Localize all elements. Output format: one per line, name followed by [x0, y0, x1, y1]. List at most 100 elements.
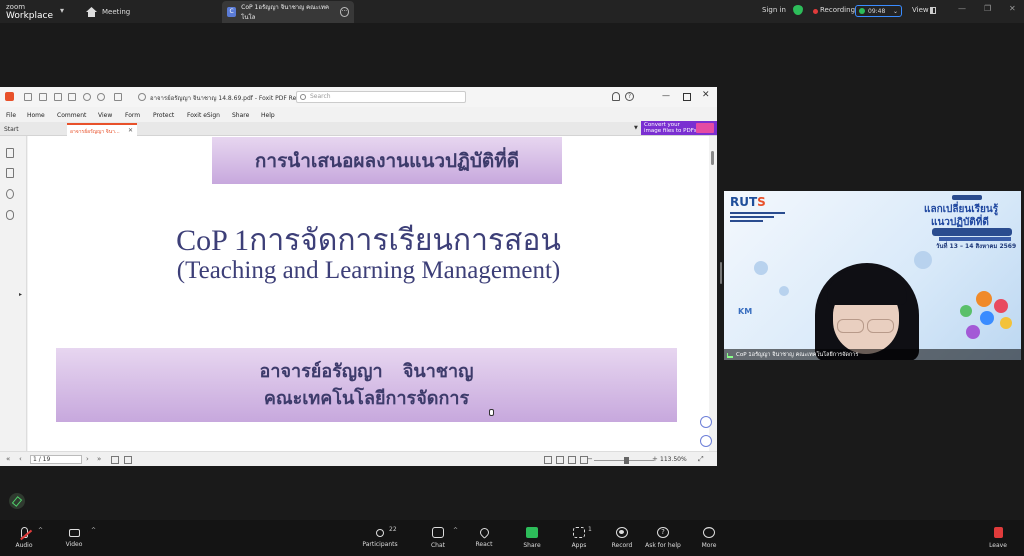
security-shield-icon[interactable]: [793, 5, 803, 15]
tab-document[interactable]: อาจารย์อรัญญา จินา... ✕: [67, 123, 137, 136]
menu-view[interactable]: View: [98, 112, 112, 119]
chat-options-chevron-icon[interactable]: ^: [453, 527, 458, 534]
meeting-timer[interactable]: 09:48 ⌄: [855, 5, 902, 17]
vertical-scrollbar[interactable]: [709, 136, 717, 451]
redo-icon[interactable]: [97, 93, 105, 101]
comments-icon[interactable]: [6, 189, 14, 199]
foxit-left-sidebar: ▸: [0, 136, 27, 451]
foxit-close-icon[interactable]: ✕: [702, 90, 710, 100]
zoom-in-icon[interactable]: +: [652, 455, 658, 463]
menu-home[interactable]: Home: [27, 112, 45, 119]
view-button[interactable]: View: [912, 6, 929, 14]
copy-page-icon[interactable]: [111, 456, 119, 464]
zoom-slider-handle[interactable]: [624, 457, 629, 464]
audio-button[interactable]: Audio: [4, 520, 44, 556]
ruts-logo: RUTS: [730, 195, 766, 209]
search-input[interactable]: Search: [296, 91, 466, 103]
menu-file[interactable]: File: [6, 112, 16, 119]
participants-icon: [376, 528, 384, 537]
tab-document-label: อาจารย์อรัญญา จินา...: [70, 129, 120, 135]
bookmark-icon[interactable]: [6, 148, 14, 158]
foxit-maximize-icon[interactable]: [683, 93, 691, 101]
background-bubble: [914, 251, 932, 269]
zoom-workplace-logo[interactable]: zoom Workplace: [6, 3, 53, 21]
react-button[interactable]: React: [464, 520, 504, 556]
menu-comment[interactable]: Comment: [57, 112, 86, 119]
open-file-icon[interactable]: [24, 93, 32, 101]
leave-button[interactable]: Leave: [978, 520, 1018, 556]
view-layout-icon[interactable]: [930, 7, 936, 14]
video-label: Video: [65, 540, 83, 548]
foxit-logo-icon[interactable]: [5, 92, 14, 101]
video-button[interactable]: Video: [54, 520, 94, 556]
tab-list-chevron-icon[interactable]: ▼: [634, 125, 638, 131]
menu-form[interactable]: Form: [125, 112, 140, 119]
page-thumbnails-icon[interactable]: [6, 168, 14, 178]
participants-label: Participants: [362, 540, 398, 548]
video-options-chevron-icon[interactable]: ^: [91, 527, 96, 534]
foxit-minimize-icon[interactable]: —: [662, 91, 670, 100]
attachment-icon[interactable]: [6, 210, 14, 220]
help-icon[interactable]: ?: [625, 92, 634, 101]
scrollbar-thumb[interactable]: [711, 151, 714, 165]
tab-meeting[interactable]: Meeting: [86, 4, 130, 20]
zoom-level[interactable]: 113.50%: [660, 456, 687, 463]
ruts-logo-text: RUT: [730, 195, 758, 209]
panel-resize-handle[interactable]: [720, 262, 722, 284]
ai-assistant-icon[interactable]: [700, 416, 712, 428]
hand-tool-icon[interactable]: [114, 93, 122, 101]
more-options-icon[interactable]: ···: [339, 7, 349, 17]
convert-images-promo[interactable]: Convert your image files to PDFs: [641, 121, 717, 135]
previous-page-icon[interactable]: ‹: [19, 455, 22, 463]
zoom-menu-chevron-icon[interactable]: ▾: [60, 6, 64, 15]
zoom-out-icon[interactable]: −: [587, 455, 593, 463]
apps-button[interactable]: Apps: [559, 520, 599, 556]
close-window-icon[interactable]: ✕: [1009, 4, 1016, 13]
close-tab-icon[interactable]: ✕: [128, 127, 133, 134]
edit-icon[interactable]: [68, 93, 76, 101]
tab-start[interactable]: Start: [4, 126, 19, 133]
sign-in-button[interactable]: Sign in: [762, 6, 786, 14]
single-page-view-icon[interactable]: [544, 456, 552, 464]
expand-sidebar-icon[interactable]: ▸: [19, 291, 22, 298]
headset-support-icon[interactable]: [700, 435, 712, 447]
restore-window-icon[interactable]: ❐: [984, 4, 991, 13]
next-page-icon[interactable]: ›: [86, 455, 89, 463]
menu-foxit-esign[interactable]: Foxit eSign: [187, 112, 220, 119]
first-page-icon[interactable]: «: [6, 455, 10, 463]
audio-options-chevron-icon[interactable]: ^: [38, 527, 43, 534]
home-icon: [86, 7, 97, 17]
menu-protect[interactable]: Protect: [153, 112, 174, 119]
share-screen-button[interactable]: Share: [512, 520, 552, 556]
notification-bell-icon[interactable]: [612, 92, 620, 101]
participant-video-tile[interactable]: RUTS แลกเปลี่ยนเรียนรู้ แนวปฏิบัติที่ดี …: [724, 191, 1021, 360]
fullscreen-icon[interactable]: ⤢: [698, 455, 704, 464]
zoom-slider[interactable]: [594, 457, 654, 464]
foxit-title-bar: อาจารย์อรัญญา จินาชาญ 14.8.69.pdf - Foxi…: [0, 87, 717, 107]
record-button[interactable]: Record: [602, 520, 642, 556]
minimize-window-icon[interactable]: —: [958, 4, 966, 13]
continuous-view-icon[interactable]: [556, 456, 564, 464]
page-number-input[interactable]: 1 / 19: [30, 455, 82, 464]
connection-signal-icon: [727, 352, 733, 358]
undo-icon[interactable]: [83, 93, 91, 101]
print-icon[interactable]: [54, 93, 62, 101]
facing-view-icon[interactable]: [568, 456, 576, 464]
chat-button[interactable]: Chat: [418, 520, 458, 556]
zoom-title-bar: zoom Workplace ▾ Meeting C CoP 1อรัญญา จ…: [0, 0, 1024, 23]
fit-page-icon[interactable]: [124, 456, 132, 464]
menu-help[interactable]: Help: [261, 112, 275, 119]
save-icon[interactable]: [39, 93, 47, 101]
zoom-brand-line1: zoom: [6, 3, 26, 11]
chevron-down-icon: ⌄: [892, 7, 898, 15]
pin-icon[interactable]: [138, 93, 146, 101]
ask-for-help-button[interactable]: ? Ask for help: [643, 520, 683, 556]
menu-share[interactable]: Share: [232, 112, 249, 119]
tab-screen-share[interactable]: C CoP 1อรัญญา จินาชาญ คณะเทคโนโล ···: [222, 1, 354, 23]
annotate-pen-icon[interactable]: [9, 493, 25, 509]
more-button[interactable]: ··· More: [689, 520, 729, 556]
pdf-page[interactable]: การนำเสนอผลงานแนวปฏิบัติที่ดี CoP 1การจั…: [28, 136, 709, 451]
recording-status[interactable]: Recording: [820, 6, 855, 14]
background-banner-strip: [932, 228, 1012, 236]
last-page-icon[interactable]: »: [97, 455, 101, 463]
